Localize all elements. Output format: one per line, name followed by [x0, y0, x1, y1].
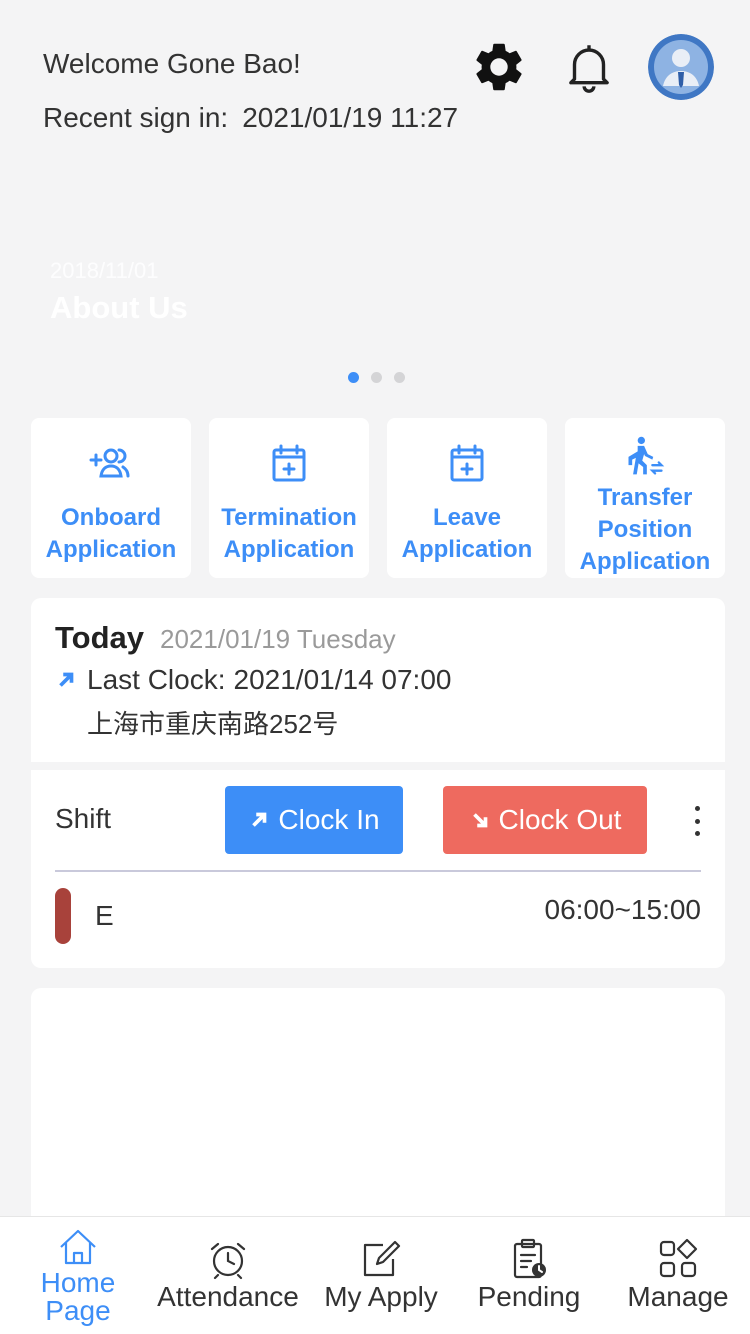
bottom-nav: Home Page Attendance My Apply Pending Ma… — [0, 1216, 750, 1334]
clock-out-button[interactable]: Clock Out — [443, 786, 647, 854]
banner-date: 2018/11/01 — [50, 258, 159, 283]
tab-label: Manage — [627, 1281, 729, 1312]
edit-icon — [363, 1240, 401, 1277]
termination-application-tile[interactable]: Termination Application — [209, 418, 369, 578]
tab-manage[interactable]: Manage — [622, 1217, 734, 1311]
app-label: Termination Application — [221, 504, 357, 563]
recent-sign-in: Recent sign in: 2021/01/19 11:27 — [43, 102, 458, 134]
clipboard-clock-icon — [513, 1238, 546, 1279]
app-label: Leave Application — [401, 504, 533, 563]
content-card — [31, 988, 725, 1248]
tab-label: Home Page — [40, 1267, 116, 1326]
carousel-dot[interactable] — [371, 372, 382, 383]
welcome-text: Welcome Gone Bao! — [43, 48, 301, 79]
tab-home-page[interactable]: Home Page — [32, 1217, 124, 1325]
today-date: 2021/01/19 Tuesday — [160, 624, 396, 654]
divider — [55, 870, 701, 872]
last-clock: Last Clock: 2021/01/14 07:00 — [55, 664, 451, 696]
carousel-dot[interactable] — [348, 372, 359, 383]
more-vertical-icon[interactable] — [687, 806, 707, 836]
alarm-clock-icon — [210, 1242, 246, 1280]
arrow-up-right-icon — [252, 812, 267, 827]
arrow-down-right-icon — [472, 813, 487, 828]
today-title: Today — [55, 620, 144, 655]
today-card: Today 2021/01/19 Tuesday Last Clock: 2021/… — [31, 598, 725, 968]
tab-label: Pending — [477, 1281, 581, 1312]
grid-icon — [659, 1238, 698, 1278]
tab-label: Attendance — [157, 1281, 299, 1312]
today-header: Today 2021/01/19 Tuesday — [55, 620, 396, 656]
arrow-up-right-icon — [59, 672, 74, 687]
add-user-icon — [89, 448, 130, 478]
calendar-add-icon — [450, 444, 484, 482]
gear-icon[interactable] — [470, 38, 528, 96]
quick-apps: Onboard Application Termination Applicat… — [31, 418, 725, 578]
walk-transfer-icon — [628, 436, 665, 475]
signin-value: 2021/01/19 11:27 — [242, 102, 459, 133]
signin-label: Recent sign in: — [43, 102, 229, 133]
carousel-dot[interactable] — [394, 372, 405, 383]
banner-title[interactable]: About Us — [50, 290, 188, 326]
app-label: Onboard Application — [45, 504, 177, 563]
shift-time: 06:00~15:00 — [544, 894, 702, 925]
onboard-application-tile[interactable]: Onboard Application — [31, 418, 191, 578]
transfer-position-application-tile[interactable]: Transfer Position Application — [565, 418, 725, 578]
home-icon — [60, 1229, 96, 1265]
shift-code: E — [95, 900, 114, 931]
tab-my-apply[interactable]: My Apply — [316, 1217, 446, 1311]
clock-address: 上海市重庆南路252号 — [87, 709, 339, 739]
shift-color-bar — [55, 888, 71, 944]
tab-attendance[interactable]: Attendance — [152, 1217, 304, 1311]
app-label: Transfer Position Application — [579, 484, 711, 575]
bell-icon[interactable] — [560, 38, 618, 96]
last-clock-label: Last Clock: — [87, 664, 226, 695]
calendar-add-icon — [272, 444, 306, 482]
clock-in-button[interactable]: Clock In — [225, 786, 403, 854]
shift-label: Shift — [55, 803, 112, 834]
home-screen: Welcome Gone Bao! Recent sign in: 2021/01… — [0, 0, 750, 1334]
leave-application-tile[interactable]: Leave Application — [387, 418, 547, 578]
divider — [31, 762, 725, 770]
tab-label: My Apply — [324, 1281, 438, 1312]
clock-out-label: Clock Out — [498, 804, 622, 835]
tab-pending[interactable]: Pending — [474, 1217, 584, 1311]
clock-in-label: Clock In — [278, 804, 380, 835]
carousel-indicator — [348, 372, 405, 383]
avatar[interactable] — [648, 34, 714, 100]
last-clock-value: 2021/01/14 07:00 — [233, 664, 452, 695]
